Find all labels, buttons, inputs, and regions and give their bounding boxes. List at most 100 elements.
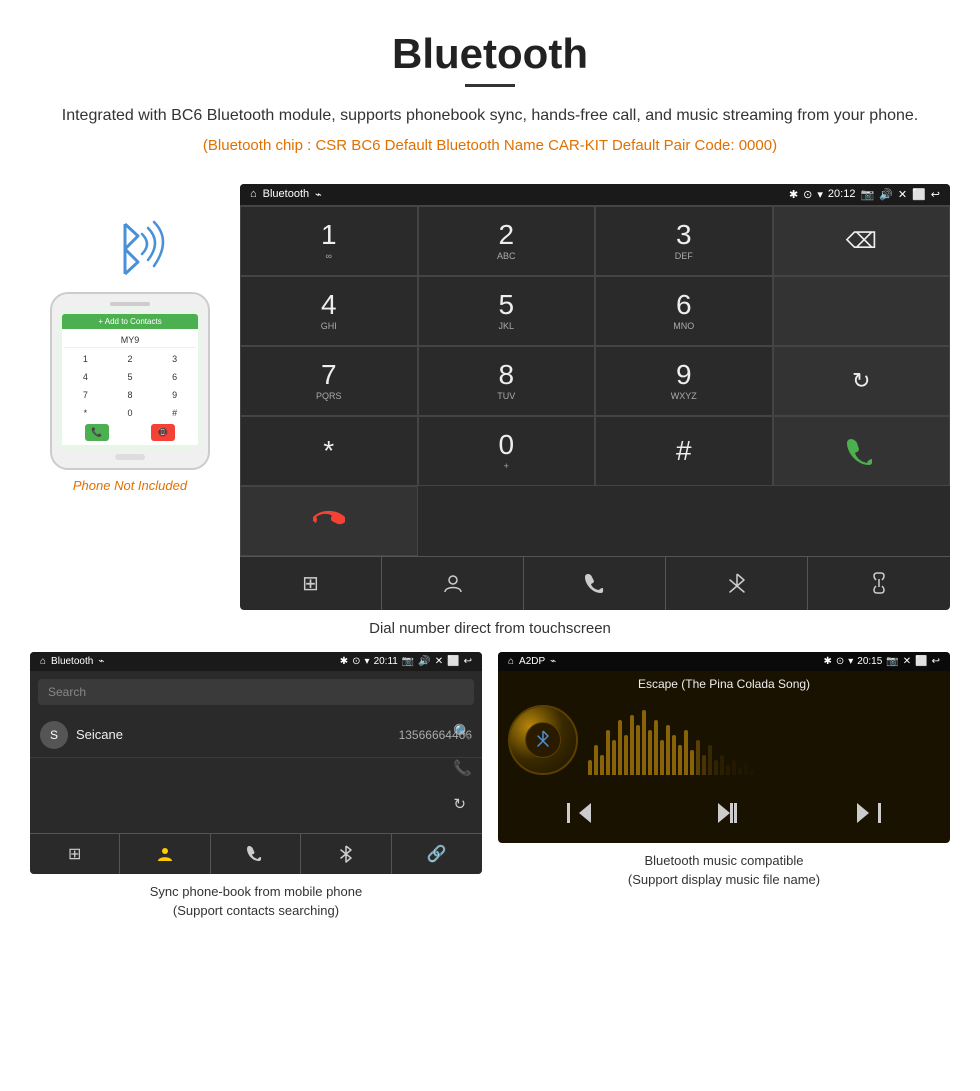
contacts-caption-line2: (Support contacts searching): [173, 903, 339, 918]
phone-illustration: + Add to Contacts MY9 123 456 789 *0# 📞 …: [30, 214, 230, 493]
dial-key-0[interactable]: 0+: [418, 416, 596, 486]
contacts-search-bar[interactable]: Search: [38, 679, 474, 705]
dial-key-9[interactable]: 9WXYZ: [595, 346, 773, 416]
music-caption-line1: Bluetooth music compatible: [645, 853, 804, 868]
dial-key-empty-2: [773, 276, 951, 346]
dial-key-1[interactable]: 1∞: [240, 206, 418, 276]
contacts-title: Bluetooth: [51, 656, 93, 667]
contacts-user-btn[interactable]: [120, 834, 210, 874]
volume-icon: 🔊: [879, 188, 893, 201]
search-placeholder-text: Search: [48, 685, 86, 699]
header-specs: (Bluetooth chip : CSR BC6 Default Blueto…: [40, 137, 940, 154]
back-icon: ↩: [931, 188, 940, 201]
music-location-icon: ⊙: [836, 656, 844, 667]
music-bt-icon: ✱: [823, 656, 831, 667]
music-content: [498, 697, 950, 783]
refresh-side-icon[interactable]: ↻: [453, 795, 472, 813]
contacts-link-btn[interactable]: 🔗: [392, 834, 482, 874]
dialpad-link-icon[interactable]: [808, 557, 950, 610]
contacts-list: S Seicane 13566664466: [30, 713, 482, 833]
contacts-caption: Sync phone-book from mobile phone (Suppo…: [150, 882, 362, 921]
bottom-screens-section: ⌂ Bluetooth ⌁ ✱ ⊙ ▾ 20:11 📷 🔊 ✕ ⬜ ↩: [0, 652, 980, 921]
contacts-bottom-bar: ⊞ 🔗: [30, 833, 482, 874]
song-title: Escape (The Pina Colada Song): [498, 671, 950, 697]
contacts-statusbar: ⌂ Bluetooth ⌁ ✱ ⊙ ▾ 20:11 📷 🔊 ✕ ⬜ ↩: [30, 652, 482, 671]
title-divider: [465, 84, 515, 87]
dial-key-4[interactable]: 4GHI: [240, 276, 418, 346]
contacts-bt-icon: ✱: [340, 656, 348, 667]
contacts-grid-btn[interactable]: ⊞: [30, 834, 120, 874]
contacts-screen-wrap: ⌂ Bluetooth ⌁ ✱ ⊙ ▾ 20:11 📷 🔊 ✕ ⬜ ↩: [30, 652, 482, 921]
page-title: Bluetooth: [40, 30, 940, 78]
contacts-home-icon: ⌂: [40, 656, 46, 667]
location-status-icon: ⊙: [803, 188, 812, 201]
call-side-icon[interactable]: 📞: [453, 759, 472, 777]
dial-key-8[interactable]: 8TUV: [418, 346, 596, 416]
music-title: A2DP: [519, 656, 545, 667]
contacts-location-icon: ⊙: [352, 656, 360, 667]
statusbar-right: ✱ ⊙ ▾ 20:12 📷 🔊 ✕ ⬜ ↩: [789, 188, 940, 201]
dial-key-hash[interactable]: #: [595, 416, 773, 486]
phone-not-included-label: Phone Not Included: [73, 478, 187, 493]
dialpad-bluetooth-icon[interactable]: [666, 557, 808, 610]
prev-track-button[interactable]: [508, 791, 649, 835]
dial-key-star[interactable]: *: [240, 416, 418, 486]
dialpad-grid: 1∞ 2ABC 3DEF ⌫ 4GHI 5JKL: [240, 205, 950, 556]
page-header: Bluetooth Integrated with BC6 Bluetooth …: [0, 0, 980, 184]
header-description: Integrated with BC6 Bluetooth module, su…: [40, 103, 940, 129]
contacts-bt-btn[interactable]: [301, 834, 391, 874]
album-art: [508, 705, 578, 775]
main-dialpad-screen: ⌂ Bluetooth ⌁ ✱ ⊙ ▾ 20:12 📷 🔊 ✕ ⬜ ↩: [240, 184, 950, 610]
contacts-usb-icon: ⌁: [98, 656, 104, 667]
signal-status-icon: ▾: [817, 188, 823, 201]
music-signal-icon: ▾: [848, 656, 853, 667]
dial-refresh-key[interactable]: ↻: [773, 346, 951, 416]
dial-key-5[interactable]: 5JKL: [418, 276, 596, 346]
dial-backspace-key[interactable]: ⌫: [773, 206, 951, 276]
music-visualizer: [588, 705, 940, 775]
contacts-phone-btn[interactable]: [211, 834, 301, 874]
album-inner: [525, 722, 561, 758]
contacts-list-area: S Seicane 13566664466 🔍 📞 ↻: [30, 713, 482, 833]
dialpad-statusbar: ⌂ Bluetooth ⌁ ✱ ⊙ ▾ 20:12 📷 🔊 ✕ ⬜ ↩: [240, 184, 950, 205]
music-win-icon: ⬜: [915, 656, 927, 667]
android-dialpad: ⌂ Bluetooth ⌁ ✱ ⊙ ▾ 20:12 📷 🔊 ✕ ⬜ ↩: [240, 184, 950, 610]
dialpad-grid-icon[interactable]: ⊞: [240, 557, 382, 610]
music-statusbar: ⌂ A2DP ⌁ ✱ ⊙ ▾ 20:15 📷 ✕ ⬜ ↩: [498, 652, 950, 671]
bt-status-icon: ✱: [789, 188, 798, 201]
dial-red-call[interactable]: [240, 486, 418, 556]
music-close-icon: ✕: [903, 656, 911, 667]
camera-icon: 📷: [860, 188, 874, 201]
phone-mockup: + Add to Contacts MY9 123 456 789 *0# 📞 …: [50, 292, 210, 470]
dial-key-2[interactable]: 2ABC: [418, 206, 596, 276]
contacts-win-icon: ⬜: [447, 656, 459, 667]
music-usb-icon: ⌁: [550, 656, 556, 667]
dial-key-3[interactable]: 3DEF: [595, 206, 773, 276]
contacts-vol-icon: 🔊: [418, 656, 430, 667]
music-time: 20:15: [857, 656, 882, 667]
time-display: 20:12: [828, 188, 856, 200]
music-caption: Bluetooth music compatible (Support disp…: [628, 851, 820, 890]
close-icon: ✕: [898, 188, 907, 201]
contacts-cam-icon: 📷: [402, 656, 414, 667]
dial-green-call[interactable]: [773, 416, 951, 486]
dial-key-6[interactable]: 6MNO: [595, 276, 773, 346]
dial-key-7[interactable]: 7PQRS: [240, 346, 418, 416]
next-track-button[interactable]: [799, 791, 940, 835]
bluetooth-wifi-icon: [90, 214, 170, 284]
top-section: + Add to Contacts MY9 123 456 789 *0# 📞 …: [0, 184, 980, 610]
home-icon: ⌂: [250, 188, 257, 200]
contact-name: Seicane: [76, 727, 399, 742]
contacts-screen: ⌂ Bluetooth ⌁ ✱ ⊙ ▾ 20:11 📷 🔊 ✕ ⬜ ↩: [30, 652, 482, 874]
contacts-signal-icon: ▾: [365, 656, 370, 667]
dialpad-phone-icon[interactable]: [524, 557, 666, 610]
music-back-icon: ↩: [932, 656, 940, 667]
window-icon: ⬜: [912, 188, 926, 201]
contacts-caption-line1: Sync phone-book from mobile phone: [150, 884, 362, 899]
search-side-icon[interactable]: 🔍: [453, 723, 472, 741]
contact-row[interactable]: S Seicane 13566664466: [30, 713, 482, 758]
dialpad-contacts-icon[interactable]: [382, 557, 524, 610]
dialpad-bottom-bar: ⊞: [240, 556, 950, 610]
statusbar-left: ⌂ Bluetooth ⌁: [250, 188, 322, 201]
play-pause-button[interactable]: [653, 791, 794, 835]
